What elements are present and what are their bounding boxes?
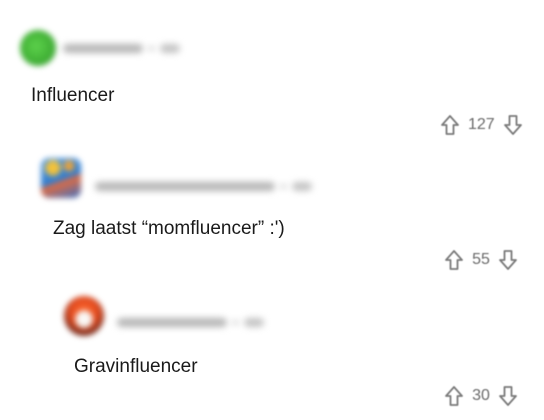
upvote-arrow-icon[interactable] <box>444 249 464 271</box>
comment-1-meta <box>63 42 180 54</box>
comment-1-vote-count: 127 <box>468 116 495 133</box>
comment-1-age-blurred <box>160 43 180 53</box>
comment-1-vote-bar: 127 <box>440 113 523 137</box>
comment-3-vote-count: 30 <box>472 387 490 404</box>
comment-3-text: Gravinfluencer <box>74 356 198 377</box>
upvote-arrow-icon[interactable] <box>444 385 464 407</box>
downvote-arrow-icon[interactable] <box>498 385 518 407</box>
comment-3-username-blurred[interactable] <box>117 317 227 327</box>
comment-2-vote-count: 55 <box>472 251 490 268</box>
comment-1-avatar[interactable] <box>20 30 56 66</box>
comment-2-age-blurred <box>292 181 312 191</box>
downvote-arrow-icon[interactable] <box>503 114 523 136</box>
comment-3-meta <box>117 316 264 328</box>
meta-separator <box>149 45 154 51</box>
meta-separator <box>233 319 238 325</box>
meta-separator <box>281 183 286 189</box>
comment-2: Zag laatst “momfluencer” :') 55 <box>0 140 544 280</box>
upvote-arrow-icon[interactable] <box>440 114 460 136</box>
comment-2-meta <box>95 180 312 192</box>
comment-3-vote-bar: 30 <box>444 384 518 408</box>
comment-1: Influencer 127 <box>0 0 544 140</box>
comment-1-text: Influencer <box>31 85 115 106</box>
comment-3-age-blurred <box>244 317 264 327</box>
comment-2-text: Zag laatst “momfluencer” :') <box>53 218 285 239</box>
comment-2-vote-bar: 55 <box>444 248 518 272</box>
downvote-arrow-icon[interactable] <box>498 249 518 271</box>
comment-3-avatar[interactable] <box>64 296 104 336</box>
comment-2-avatar[interactable] <box>41 158 81 198</box>
comment-1-username-blurred[interactable] <box>63 43 143 53</box>
comment-2-username-blurred[interactable] <box>95 181 275 191</box>
comment-3: Gravinfluencer 30 <box>0 280 544 420</box>
